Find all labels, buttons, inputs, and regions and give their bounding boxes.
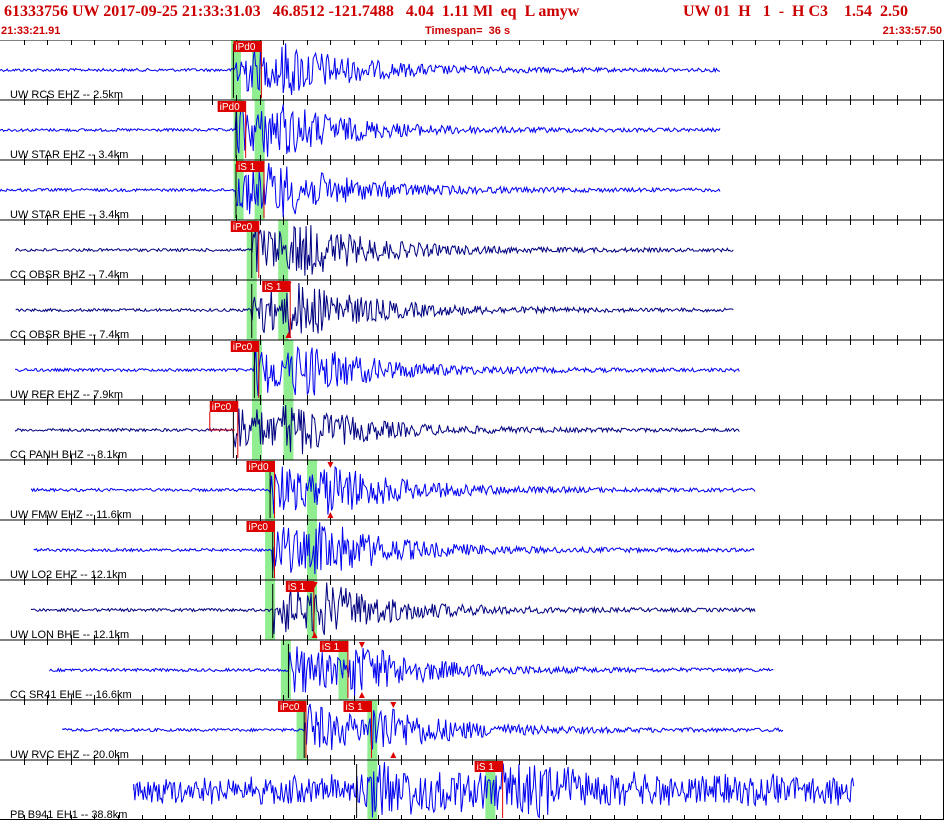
station-label: UW RCS EHZ -- 2.5km (10, 89, 123, 101)
station-label: UW LO2 EHZ -- 12.1km (10, 569, 127, 581)
waveform-trace[interactable] (15, 282, 734, 336)
pick-label: iPd0 (220, 102, 240, 113)
station-label: CC SR41 EHE -- 16.6km (10, 689, 132, 701)
pick-label: iS 1 (288, 582, 306, 593)
pick-label: iPc0 (212, 402, 232, 413)
station-label: PB B941 EH1 -- 38.8km (10, 809, 127, 820)
waveform-trace[interactable] (15, 404, 740, 455)
pick-label: iS 1 (477, 762, 495, 773)
amplitude-marker[interactable] (358, 692, 365, 698)
station-label: UW STAR EHE -- 3.4km (10, 209, 129, 221)
station-label: CC OBSR BHZ -- 7.4km (10, 269, 129, 281)
waveform-trace[interactable] (31, 466, 756, 515)
station-label: CC PANH BHZ -- 8.1km (10, 449, 127, 461)
station-label: UW RER EHZ -- 7.9km (10, 389, 123, 401)
pick-label: iPd0 (248, 462, 268, 473)
station-label: UW STAR EHZ -- 3.4km (10, 149, 128, 161)
waveform-trace[interactable] (33, 522, 755, 575)
waveform-trace[interactable] (62, 703, 784, 751)
station-label: UW LON BHE -- 12.1km (10, 629, 129, 641)
pick-flag (209, 412, 235, 431)
pick-label: iPc0 (248, 522, 268, 533)
waveform-trace[interactable] (0, 43, 721, 96)
pick-label: iS 1 (322, 642, 340, 653)
amplitude-marker[interactable] (358, 642, 365, 648)
event-quality-line: UW 01 H 1 - H C3 1.54 2.50 (683, 3, 909, 20)
trace-labels-layer: UW RCS EHZ -- 2.5km UW STAR EHZ -- 3.4km U… (10, 89, 132, 820)
pick-label: iS 1 (238, 162, 256, 173)
seismogram-panel[interactable]: iPd0 iPd0 iS 1 iPc0 iS 1 iPc0 iPc0 iPd0 iPc0 iS 1… (0, 40, 944, 820)
end-time-label: 21:33:57.50 (882, 25, 942, 37)
waveform-trace[interactable] (31, 582, 756, 636)
waveform-trace[interactable] (49, 646, 774, 696)
grid-layer (0, 40, 944, 820)
amplitude-marker[interactable] (390, 752, 397, 758)
pick-label: iS 1 (346, 702, 364, 713)
timespan-label: Timespan= 36 s (425, 25, 511, 37)
station-label: CC OBSR BHE -- 7.4km (10, 329, 129, 341)
pick-label: iPc0 (280, 702, 300, 713)
pick-band (251, 400, 262, 460)
amplitude-marker[interactable] (327, 462, 334, 468)
amplitude-marker[interactable] (390, 702, 397, 708)
pick-label: iPc0 (233, 222, 253, 233)
station-label: UW FMW EHZ -- 11.6km (10, 509, 131, 521)
event-header: 61333756 UW 2017-09-25 21:33:31.03 46.85… (0, 0, 944, 40)
event-summary-line: 61333756 UW 2017-09-25 21:33:31.03 46.85… (4, 3, 580, 20)
pick-label: iPc0 (233, 342, 253, 353)
station-label: UW RVC EHZ -- 20.0km (10, 749, 129, 761)
waveform-trace[interactable] (15, 344, 740, 396)
pick-label: iPd0 (235, 42, 255, 53)
pick-label: iS 1 (264, 282, 282, 293)
start-time-label: 21:33:21.91 (1, 25, 61, 37)
